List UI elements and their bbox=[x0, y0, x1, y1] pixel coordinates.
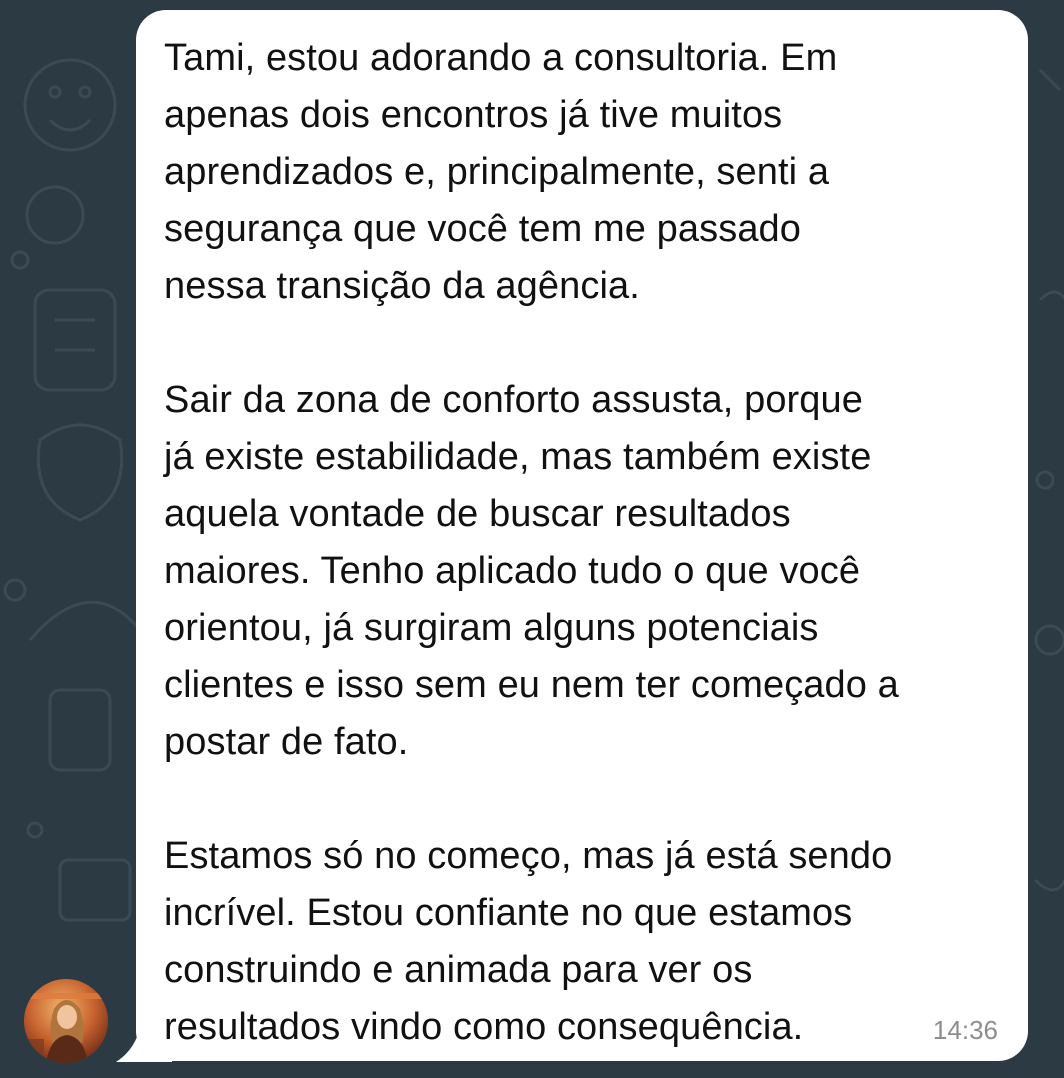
smiley-doodle-icon bbox=[23, 58, 117, 152]
box-doodle-icon bbox=[58, 858, 132, 922]
sender-avatar-icon bbox=[24, 979, 108, 1063]
message-timestamp: 14:36 bbox=[932, 1015, 998, 1045]
jar-doodle-icon bbox=[48, 688, 112, 772]
message-bubble[interactable]: Tami, estou adorando a consultoria. Em a… bbox=[136, 10, 1028, 1061]
sender-avatar[interactable] bbox=[24, 979, 108, 1063]
message-text: Tami, estou adorando a consultoria. Em a… bbox=[164, 37, 899, 1048]
taco-doodle-icon bbox=[28, 600, 142, 641]
calculator-doodle-icon bbox=[33, 288, 117, 392]
paw-doodle-icon bbox=[36, 423, 124, 522]
moon-doodle-icon bbox=[25, 185, 85, 245]
